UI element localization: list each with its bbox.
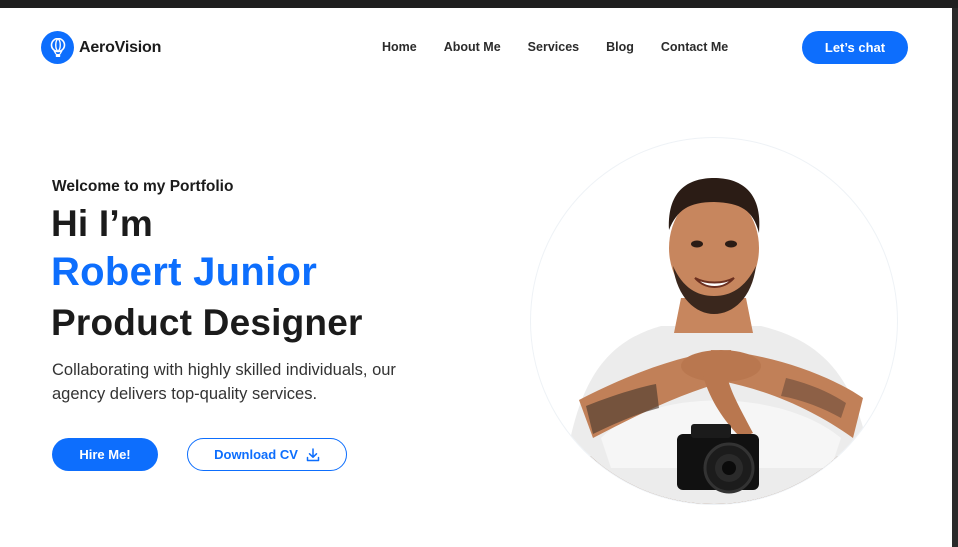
name-heading: Robert Junior (51, 250, 318, 294)
nav-home[interactable]: Home (382, 40, 417, 54)
brand-name: AeroVision (79, 38, 162, 56)
download-cv-label: Download CV (214, 447, 298, 462)
nav-about-me[interactable]: About Me (444, 40, 501, 54)
profile-photo (531, 138, 897, 504)
download-icon (306, 447, 320, 461)
main-nav: Home About Me Services Blog Contact Me (382, 40, 728, 54)
nav-contact-me[interactable]: Contact Me (661, 40, 728, 54)
nav-services[interactable]: Services (528, 40, 579, 54)
role-heading: Product Designer (51, 302, 363, 343)
greeting-heading: Hi I’m (51, 203, 153, 244)
hot-air-balloon-icon (41, 31, 74, 64)
lets-chat-button[interactable]: Let’s chat (802, 31, 908, 64)
hire-me-button[interactable]: Hire Me! (52, 438, 158, 471)
window-edge (952, 8, 958, 547)
nav-blog[interactable]: Blog (606, 40, 634, 54)
brand-logo[interactable]: AeroVision (41, 31, 161, 64)
hero-description: Collaborating with highly skilled indivi… (52, 361, 396, 403)
download-cv-button[interactable]: Download CV (187, 438, 347, 471)
portfolio-page: AeroVision Home About Me Services Blog C… (0, 8, 952, 547)
welcome-text: Welcome to my Portfolio (52, 178, 234, 195)
